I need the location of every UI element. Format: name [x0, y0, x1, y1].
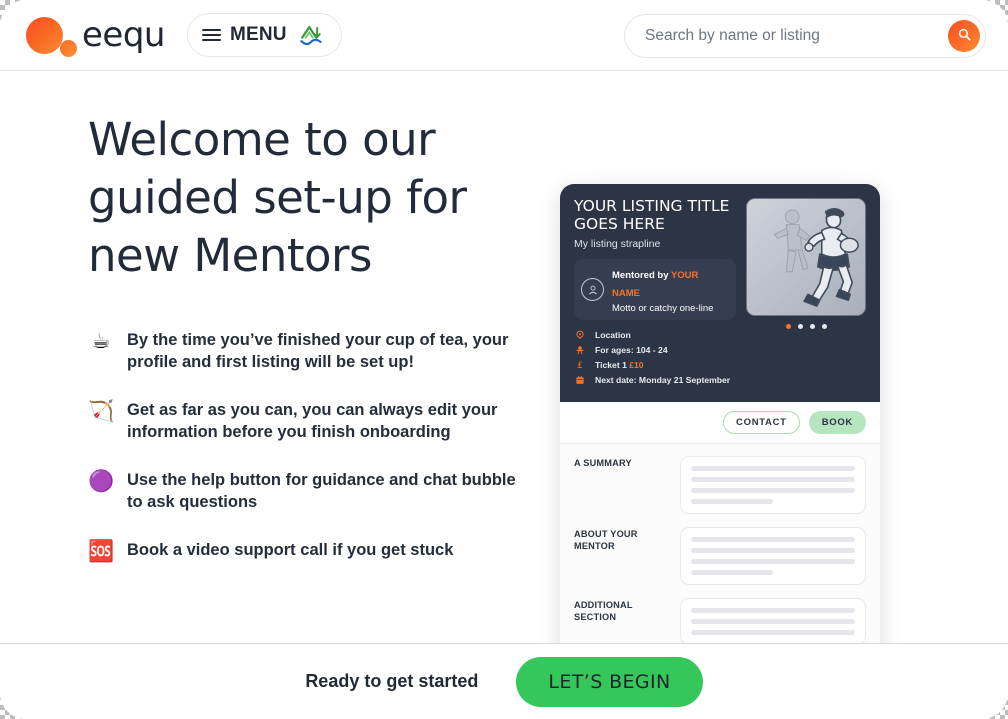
footer-bar: Ready to get started LET’S BEGIN — [0, 643, 1008, 719]
meta-row-ages: For ages: 104 - 24 — [574, 345, 736, 355]
benefits-list: ☕ By the time you’ve finished your cup o… — [88, 329, 560, 563]
intro-column: Welcome to our guided set-up for new Men… — [0, 71, 560, 642]
preview-column: YOUR LISTING TITLE GOES HERE My listing … — [560, 71, 1008, 719]
section-label: ADDITIONAL SECTION — [574, 600, 633, 622]
list-item-text: By the time you’ve finished your cup of … — [127, 331, 509, 371]
meta-ticket-text: Ticket 1 — [595, 360, 630, 370]
meta-ticket-price: £10 — [629, 360, 644, 370]
meta-location-text: Location — [595, 330, 631, 340]
brand-name: eequ — [82, 15, 165, 55]
carousel-dot[interactable] — [785, 324, 791, 329]
logo-large-dot — [26, 17, 63, 54]
listing-meta-list: Location For ages: 104 - 24 £ Ticket 1 £… — [574, 330, 736, 385]
footer-prompt: Ready to get started — [305, 671, 479, 691]
main-content: Welcome to our guided set-up for new Men… — [0, 71, 1008, 719]
carousel-dot[interactable] — [797, 324, 803, 329]
eequ-dots-logo-icon — [22, 13, 80, 57]
section-placeholder-box — [680, 456, 866, 514]
page-title: Welcome to our guided set-up for new Men… — [88, 113, 467, 282]
search-input[interactable] — [624, 14, 986, 58]
hot-beverage-emoji-icon: ☕ — [91, 329, 111, 353]
carousel-dot[interactable] — [809, 324, 815, 329]
listing-strapline: My listing strapline — [574, 238, 661, 250]
list-item: 🆘 Book a video support call if you get s… — [88, 539, 560, 563]
list-item-text: Use the help button for guidance and cha… — [127, 471, 516, 511]
location-pin-icon — [574, 330, 586, 340]
meta-row-next-date: Next date: Monday 21 September — [574, 375, 736, 385]
pound-sign-icon: £ — [574, 360, 586, 370]
section-about-mentor: ABOUT YOUR MENTOR — [574, 527, 866, 585]
meta-next-date-text: Next date: Monday 21 September — [595, 375, 731, 385]
contact-button[interactable]: CONTACT — [723, 411, 800, 434]
menu-button[interactable]: MENU — [186, 13, 342, 57]
card-action-bar: CONTACT BOOK — [560, 402, 880, 444]
listing-preview-card: YOUR LISTING TITLE GOES HERE My listing … — [560, 184, 880, 719]
list-item: ☕ By the time you’ve finished your cup o… — [88, 329, 560, 373]
search-button[interactable] — [948, 20, 980, 52]
search-bar — [624, 14, 986, 58]
section-placeholder-box — [680, 527, 866, 585]
mentor-motto: Motto or catchy one-line — [612, 303, 714, 314]
mentor-chip: Mentored by YOUR NAME Motto or catchy on… — [574, 259, 736, 320]
site-header: eequ MENU — [0, 0, 1008, 71]
section-placeholder-box — [680, 598, 866, 645]
bow-and-arrow-emoji-icon: 🏹 — [88, 399, 115, 423]
sos-emoji-icon: 🆘 — [88, 539, 115, 563]
calendar-icon — [574, 375, 586, 385]
person-age-icon — [574, 345, 586, 355]
menu-button-label: MENU — [229, 24, 287, 45]
list-item: 🏹 Get as far as you can, you can always … — [88, 399, 560, 443]
meta-row-location: Location — [574, 330, 736, 340]
meta-ages-text: For ages: 104 - 24 — [595, 345, 668, 355]
meta-row-ticket: £ Ticket 1 £10 — [574, 360, 736, 370]
mentor-prefix: Mentored by — [612, 270, 669, 281]
carousel-dot[interactable] — [821, 324, 827, 329]
photo-carousel-dots[interactable] — [746, 324, 866, 329]
list-item-text: Book a video support call if you get stu… — [127, 541, 454, 559]
section-summary: A SUMMARY — [574, 456, 866, 514]
hamburger-icon — [201, 29, 221, 41]
section-additional: ADDITIONAL SECTION — [574, 598, 866, 645]
logo-small-dot — [60, 40, 77, 57]
listing-photo[interactable] — [746, 198, 866, 316]
svg-text:£: £ — [577, 361, 582, 370]
search-icon — [957, 27, 972, 45]
card-header: YOUR LISTING TITLE GOES HERE My listing … — [560, 184, 880, 402]
purple-circle-emoji-icon: 🟣 — [88, 469, 115, 493]
book-button[interactable]: BOOK — [808, 411, 866, 434]
section-label: ABOUT YOUR MENTOR — [574, 529, 638, 551]
listing-title: YOUR LISTING TITLE GOES HERE — [574, 197, 730, 233]
section-label: A SUMMARY — [574, 458, 632, 468]
list-item: 🟣 Use the help button for guidance and c… — [88, 469, 560, 513]
list-item-text: Get as far as you can, you can always ed… — [127, 401, 498, 441]
eequ-wave-mountain-logo-icon — [297, 21, 325, 49]
brand-logo-link[interactable]: eequ — [22, 13, 165, 57]
lets-begin-button[interactable]: LET’S BEGIN — [516, 656, 703, 707]
person-avatar-icon — [581, 278, 604, 301]
app-page: eequ MENU Search by name or listing Welc… — [0, 0, 1008, 719]
